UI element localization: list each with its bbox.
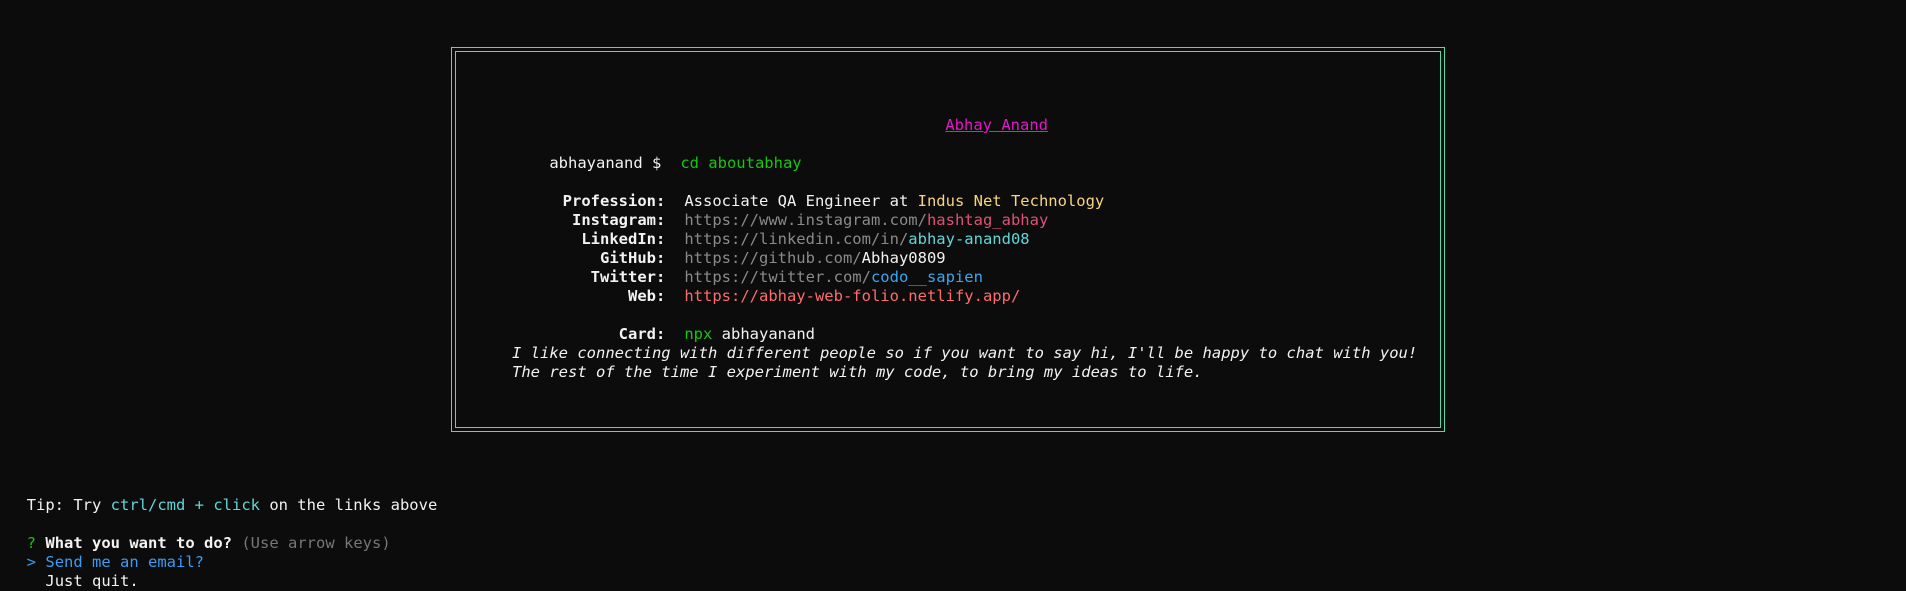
option-send-email[interactable]: > Send me an email?: [8, 534, 204, 571]
profession-row: Profession: Associate QA Engineer at Ind…: [512, 173, 1105, 210]
prompt-row: abhayanand $ cd aboutabhay: [512, 135, 801, 172]
bio-line-2: The rest of the time I experiment with m…: [512, 363, 1203, 381]
tip-prefix: Tip: Try: [26, 496, 111, 514]
question-hint: (Use arrow keys): [241, 534, 391, 552]
question-row: ? What you want to do? (Use arrow keys): [8, 515, 391, 552]
linkedin-row: LinkedIn: https://linkedin.com/in/abhay-…: [512, 211, 1029, 248]
card-cmd-row: Card: npx abhayanand: [512, 306, 815, 343]
option-just-quit-label: Just quit.: [45, 572, 139, 590]
card-name-row: Abhay Anand: [908, 97, 1048, 134]
prompt-user: abhayanand $: [549, 154, 662, 172]
bio-line-1: I like connecting with different people …: [512, 344, 1418, 362]
web-label: Web:: [628, 287, 666, 305]
tip-suffix: on the links above: [259, 496, 438, 514]
option-just-quit[interactable]: Just quit.: [8, 553, 138, 590]
twitter-row: Twitter: https://twitter.com/codo__sapie…: [512, 249, 983, 286]
card-name[interactable]: Abhay Anand: [945, 116, 1048, 134]
instagram-row: Instagram: https://www.instagram.com/has…: [512, 192, 1048, 229]
option-pointer-blank: [27, 572, 36, 590]
web-link[interactable]: https://abhay-web-folio.netlify.app/: [684, 287, 1020, 305]
card-cmd-label: Card:: [618, 325, 666, 343]
card-cmd-npx: npx: [684, 325, 713, 343]
tip-keys: ctrl/cmd + click: [110, 496, 260, 514]
card-cmd-package: abhayanand: [721, 325, 815, 343]
github-row: GitHub: https://github.com/Abhay0809: [512, 230, 946, 267]
tip-row: Tip: Try ctrl/cmd + click on the links a…: [8, 477, 438, 514]
prompt-command: cd aboutabhay: [680, 154, 802, 172]
web-row: Web: https://abhay-web-folio.netlify.app…: [512, 268, 1020, 305]
